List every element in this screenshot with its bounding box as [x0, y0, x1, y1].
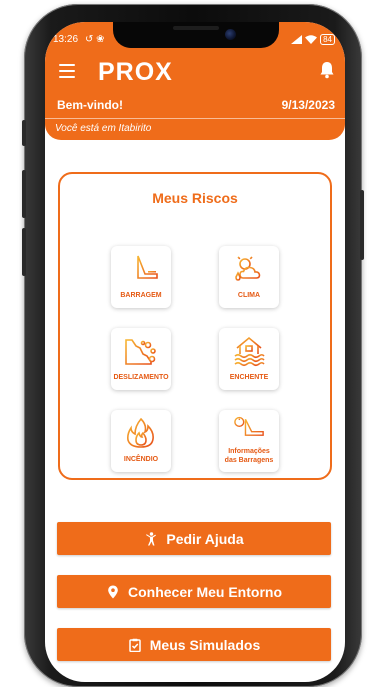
risks-title: Meus Riscos [152, 190, 238, 206]
explore-surroundings-label: Conhecer Meu Entorno [127, 583, 282, 600]
dam-info-icon [234, 416, 264, 436]
phone-side-button [22, 170, 26, 218]
wifi-icon [305, 35, 318, 44]
my-simulations-label: Meus Simulados [149, 636, 261, 653]
risk-tile-fire[interactable]: INCÊNDIO [111, 410, 171, 472]
landslide-icon [125, 339, 156, 365]
location-pin-icon [108, 585, 118, 598]
my-simulations-button[interactable]: Meus Simulados [57, 628, 331, 661]
speaker [173, 26, 219, 30]
app-logo: PROX [98, 58, 173, 86]
bell-icon[interactable] [319, 61, 335, 79]
risk-tile-dam[interactable]: BARRAGEM [111, 246, 171, 308]
risk-label-dam-info-line1: Informações [228, 448, 270, 455]
risks-card: Meus Riscos BARRAGEM CLIMA DESLIZAMENTO … [58, 172, 332, 480]
risk-tile-weather[interactable]: CLIMA [219, 246, 279, 308]
risk-label-dam-info-line2: das Barragens [224, 457, 274, 464]
risk-label-landslide: DESLIZAMENTO [113, 374, 169, 381]
flood-icon [234, 336, 265, 367]
app-screen: 13:26 ↺ ❀ 84 PROX Bem-vindo! 9/13/2023 V… [45, 22, 345, 682]
menu-icon[interactable] [59, 64, 75, 78]
battery-icon: 84 [320, 34, 335, 45]
location-text: Você está em Itabirito [55, 123, 152, 134]
front-camera [225, 29, 236, 40]
welcome-text: Bem-vindo! [57, 98, 123, 112]
clipboard-icon [129, 638, 141, 652]
risk-label-dam: BARRAGEM [120, 292, 162, 299]
signal-icon [291, 35, 303, 44]
risk-label-weather: CLIMA [237, 292, 261, 299]
risk-label-fire: INCÊNDIO [123, 456, 159, 463]
status-right-icons: 84 [291, 34, 335, 45]
risk-tile-landslide[interactable]: DESLIZAMENTO [111, 328, 171, 390]
risk-label-flood: ENCHENTE [229, 374, 269, 381]
phone-side-button [22, 228, 26, 276]
explore-surroundings-button[interactable]: Conhecer Meu Entorno [57, 575, 331, 608]
fire-icon [127, 417, 154, 448]
phone-notch [113, 22, 279, 48]
status-notification-icons: ↺ ❀ [85, 34, 105, 45]
help-button[interactable]: Pedir Ajuda [57, 522, 331, 555]
weather-icon [235, 254, 261, 281]
phone-side-button [360, 190, 364, 260]
risk-tile-dam-info[interactable]: Informações das Barragens [219, 410, 279, 472]
current-date: 9/13/2023 [281, 98, 335, 112]
help-person-icon [146, 531, 157, 545]
toolbar: PROX [45, 58, 345, 86]
phone-side-button [22, 120, 26, 146]
dam-icon [125, 255, 158, 279]
header-divider [45, 118, 345, 119]
status-time: 13:26 [53, 34, 79, 45]
risk-tile-flood[interactable]: ENCHENTE [219, 328, 279, 390]
help-button-label: Pedir Ajuda [166, 530, 244, 547]
